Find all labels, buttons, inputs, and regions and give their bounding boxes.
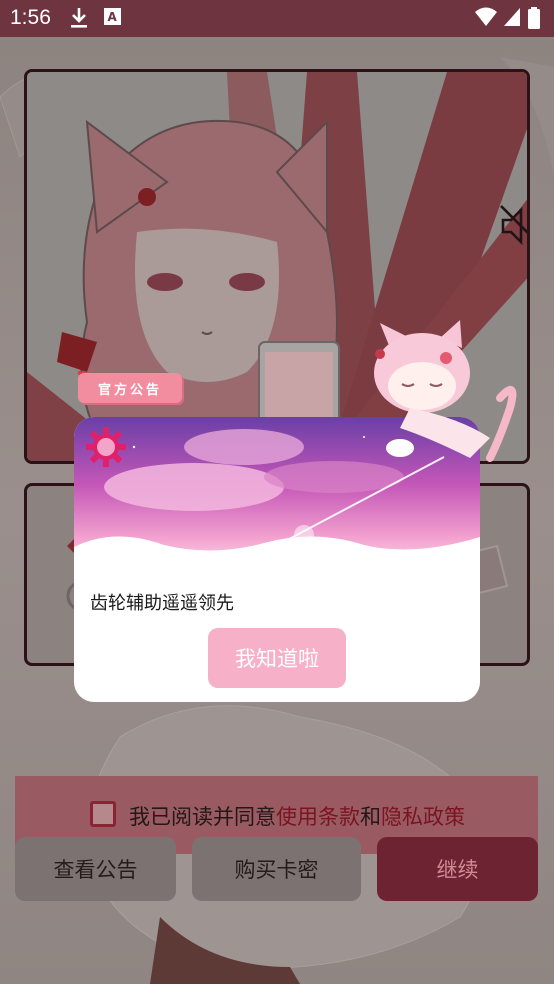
battery-icon bbox=[528, 7, 540, 29]
mute-icon[interactable] bbox=[497, 202, 530, 250]
notice-badge: 官方公告 bbox=[78, 373, 182, 403]
status-time: 1:56 bbox=[10, 6, 51, 29]
dialog-message: 齿轮辅助遥遥领先 bbox=[90, 593, 234, 614]
font-a-icon: A bbox=[104, 8, 121, 25]
agreement-prefix: 我已阅读并同意 bbox=[129, 805, 276, 829]
buy-key-button[interactable]: 购买卡密 bbox=[192, 837, 361, 901]
view-notice-button[interactable]: 查看公告 bbox=[15, 837, 176, 901]
agreement-and: 和 bbox=[360, 805, 381, 829]
wifi-icon bbox=[475, 7, 497, 26]
privacy-link[interactable]: 隐私政策 bbox=[381, 805, 465, 829]
gear-icon bbox=[86, 427, 126, 467]
svg-text:A: A bbox=[108, 10, 118, 24]
download-icon bbox=[71, 8, 87, 28]
confirm-button[interactable]: 我知道啦 bbox=[208, 628, 346, 688]
cell-signal-icon bbox=[504, 8, 520, 26]
status-bar: 1:56 A bbox=[0, 0, 554, 37]
agree-checkbox[interactable] bbox=[90, 801, 116, 827]
terms-link[interactable]: 使用条款 bbox=[276, 805, 360, 829]
continue-button[interactable]: 继续 bbox=[377, 837, 538, 901]
agreement-text: 我已阅读并同意使用条款和隐私政策 bbox=[129, 801, 465, 831]
cat-girl-mascot bbox=[374, 320, 517, 462]
